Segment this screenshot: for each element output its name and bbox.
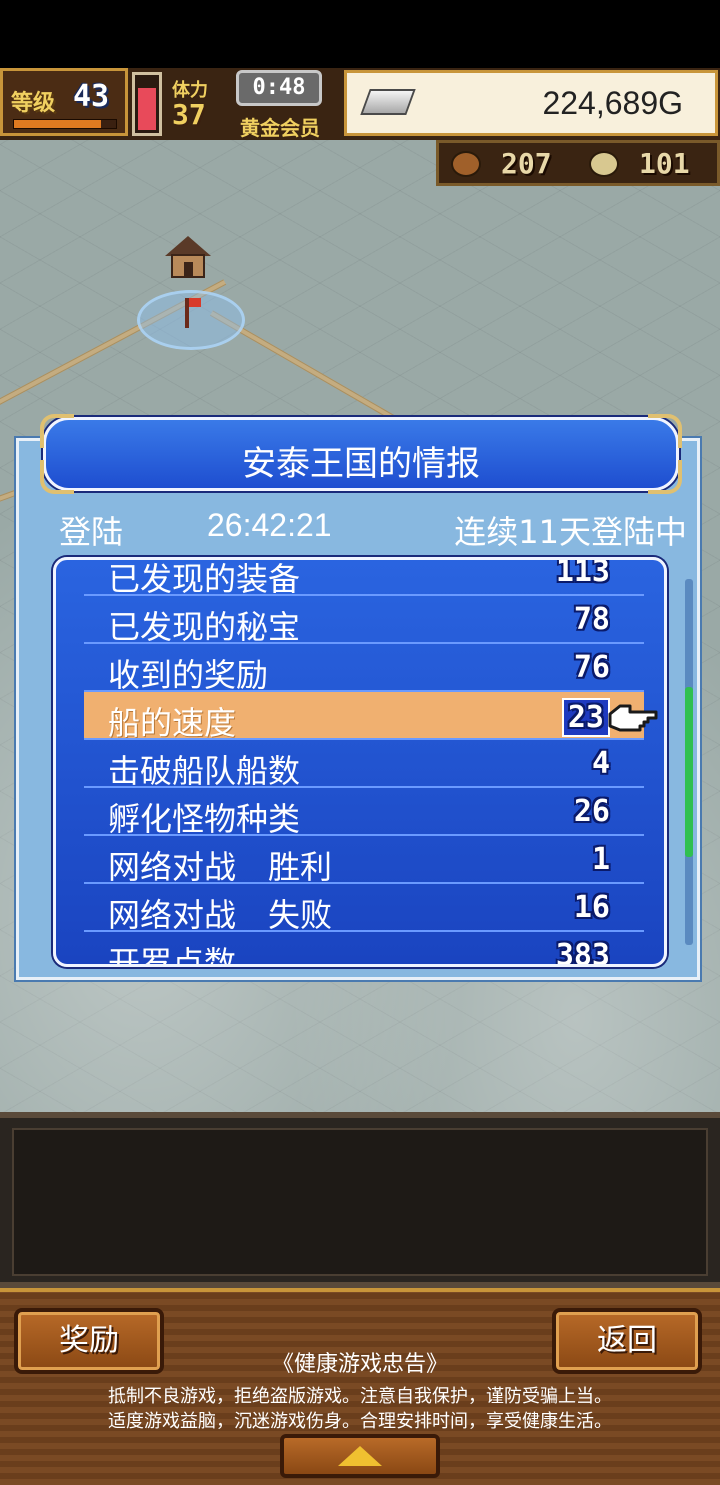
xp-bar xyxy=(13,119,117,129)
gold-panel[interactable]: 224,689G xyxy=(344,70,718,136)
kingdom-info-dialog: 安泰王国的情报 登陆 26:42:21 连续11天登陆中 已发现的装备 113 已发… xyxy=(16,414,700,980)
login-label: 登陆 xyxy=(59,513,124,551)
login-streak: 连续11天登陆中 xyxy=(454,513,687,551)
stamina-gauge xyxy=(132,72,162,136)
stat-label: 开罗点数 xyxy=(108,944,237,967)
xp-bar-fill xyxy=(14,120,101,128)
health-notice-title: 《健康游戏忠告》 xyxy=(271,1352,448,1377)
gold-amount: 224,689G xyxy=(542,85,683,121)
coin-icon xyxy=(589,151,619,177)
message-panel xyxy=(0,1112,720,1288)
stat-value: 1 xyxy=(591,842,610,877)
stat-value: 26 xyxy=(573,794,610,829)
stat-label: 船的速度 xyxy=(108,704,237,742)
stat-label: 孵化怪物种类 xyxy=(108,800,301,838)
stat-value: 4 xyxy=(591,746,610,781)
flag-marker-icon[interactable] xyxy=(185,298,201,328)
timer-value: 0:48 xyxy=(252,75,306,100)
stat-row[interactable]: 船的速度 23 xyxy=(84,692,644,742)
stats-list[interactable]: 已发现的装备 113 已发现的秘宝 78 收到的奖励 76 船的速度 23 击破船队船数 4 孵化怪… xyxy=(53,557,667,967)
stat-label: 网络对战 失败 xyxy=(108,896,333,934)
up-arrow-icon xyxy=(338,1446,382,1466)
top-hud: 等级 43 体力 37 0:48 黄金会员 224,689G xyxy=(0,68,720,140)
stat-label: 已发现的装备 xyxy=(108,560,301,598)
stat-row[interactable]: 网络对战 胜利 1 xyxy=(84,836,644,886)
stat-row[interactable]: 已发现的装备 113 xyxy=(84,557,644,598)
login-time: 26:42:21 xyxy=(207,507,332,543)
food-icon xyxy=(451,151,481,177)
stat-label: 收到的奖励 xyxy=(108,656,269,694)
stats-scrollbar[interactable] xyxy=(685,579,693,945)
stat-value: 383 xyxy=(555,938,610,967)
stats-scrollbar-thumb[interactable] xyxy=(685,686,693,857)
dialog-title-bar: 安泰王国的情报 xyxy=(40,414,682,494)
message-box xyxy=(12,1128,708,1276)
stamina-gauge-fill xyxy=(138,88,156,130)
resource-1-value: 207 xyxy=(501,147,552,180)
level-panel[interactable]: 等级 43 xyxy=(0,68,128,136)
stat-row[interactable]: 击破船队船数 4 xyxy=(84,740,644,790)
hand-pointer-icon xyxy=(608,704,658,732)
stats-list-inner: 已发现的装备 113 已发现的秘宝 78 收到的奖励 76 船的速度 23 击破船队船数 4 孵化怪… xyxy=(84,557,644,967)
town-house-icon[interactable] xyxy=(165,236,211,280)
gold-corner-ornament xyxy=(56,560,84,588)
dialog-title: 安泰王国的情报 xyxy=(242,444,480,484)
stat-row[interactable]: 收到的奖励 76 xyxy=(84,644,644,694)
level-value: 43 xyxy=(73,79,110,114)
gold-corner-ornament xyxy=(56,936,84,964)
member-status[interactable]: 黄金会员 xyxy=(240,112,320,141)
health-notice-line: 适度游戏益脑，沉迷游戏伤身。合理安排时间，享受健康生活。 xyxy=(108,1411,612,1432)
resource-2-value: 101 xyxy=(639,147,690,180)
timer-badge: 0:48 xyxy=(236,70,322,106)
silver-bar-icon xyxy=(360,89,416,115)
expand-menu-button[interactable] xyxy=(280,1434,440,1478)
stat-row[interactable]: 已发现的秘宝 78 xyxy=(84,596,644,646)
bottom-menu: 奖励 返回 《健康游戏忠告》 抵制不良游戏，拒绝盗版游戏。注意自我保护，谨防受骗… xyxy=(0,1288,720,1485)
stat-label: 已发现的秘宝 xyxy=(108,608,301,646)
stat-label: 网络对战 胜利 xyxy=(108,848,333,886)
stat-value: 76 xyxy=(573,650,610,685)
level-label: 等级 xyxy=(11,91,56,116)
stat-value: 23 xyxy=(561,698,610,737)
health-notice-line: 抵制不良游戏，拒绝盗版游戏。注意自我保护，谨防受骗上当。 xyxy=(108,1386,612,1407)
stat-row[interactable]: 孵化怪物种类 26 xyxy=(84,788,644,838)
stat-row[interactable]: 网络对战 失败 16 xyxy=(84,884,644,934)
stat-value: 16 xyxy=(573,890,610,925)
resource-panel[interactable]: 207 101 xyxy=(436,140,720,186)
stat-label: 击破船队船数 xyxy=(108,752,301,790)
login-info-row: 登陆 26:42:21 连续11天登陆中 xyxy=(19,507,697,551)
stamina-value: 37 xyxy=(172,98,206,131)
stat-value: 113 xyxy=(555,557,610,589)
stat-row[interactable]: 开罗点数 383 xyxy=(84,932,644,967)
stat-value: 78 xyxy=(573,602,610,637)
